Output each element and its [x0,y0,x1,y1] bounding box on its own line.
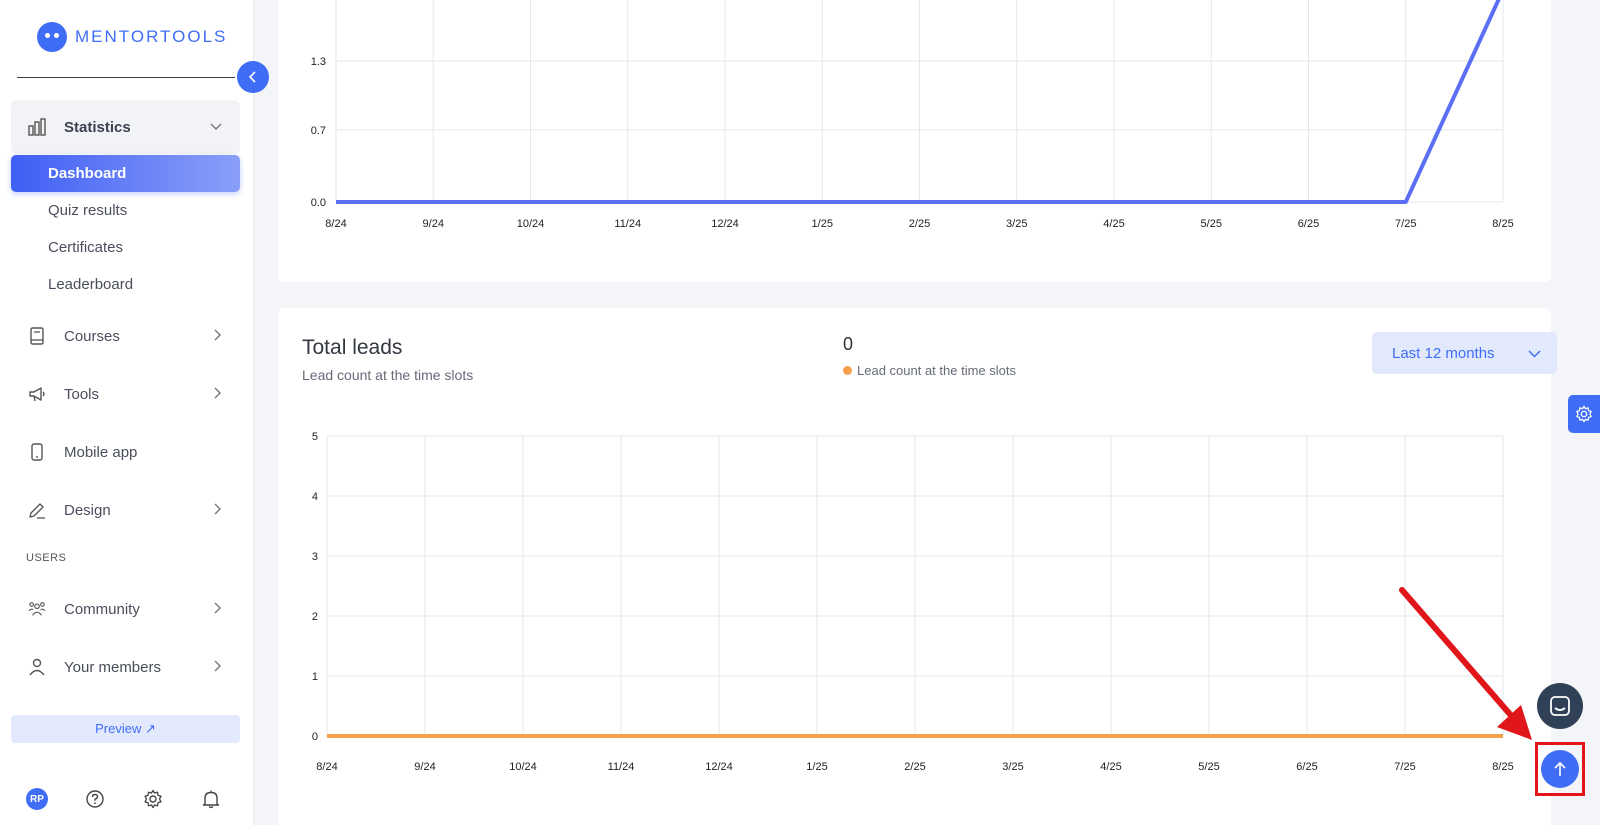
chevron-right-icon [214,601,222,617]
x-tick-label: 8/25 [1492,218,1513,230]
y-tick-label: 2 [312,611,318,623]
chart-card-total-leads: Total leads Lead count at the time slots… [278,308,1557,825]
x-tick-label: 5/25 [1198,761,1219,773]
sidebar-item-label: Mobile app [64,443,138,461]
sidebar-item-statistics[interactable]: Statistics [11,100,240,154]
chat-icon [1550,696,1570,716]
y-tick-label: 5 [312,431,318,443]
sidebar-item-community[interactable]: Community [11,589,240,629]
x-tick-label: 11/24 [614,218,641,230]
nav-group-statistics: Statistics Dashboard Quiz results Certif… [11,100,240,303]
x-tick-label: 8/25 [1492,761,1513,773]
arrow-up-icon [1554,761,1566,776]
x-tick-label: 9/24 [423,218,444,230]
x-tick-label: 1/25 [806,761,827,773]
y-tick-label: 1 [312,671,318,683]
gear-icon[interactable] [142,788,164,810]
y-tick-label: 0 [312,731,318,743]
avatar[interactable]: RP [26,788,48,810]
sidebar-item-label: Design [64,501,111,519]
x-tick-label: 4/25 [1103,218,1124,230]
gear-icon [1576,405,1592,423]
bell-icon[interactable] [200,788,222,810]
x-tick-label: 8/24 [325,218,346,230]
sidebar-item-label: Your members [64,658,161,676]
sidebar-item-courses[interactable]: Courses [11,316,240,356]
preview-button[interactable]: Preview ↗ [11,715,240,743]
sidebar-footer: RP [26,788,226,810]
x-tick-label: 11/24 [608,761,635,773]
sidebar-item-label: Statistics [64,118,131,136]
y-tick-label: 0.0 [311,197,326,209]
mobile-icon [28,443,46,461]
megaphone-icon [28,385,46,403]
group-icon [28,600,46,618]
sidebar-subitem-dashboard[interactable]: Dashboard [11,155,240,192]
x-tick-label: 2/25 [909,218,930,230]
sidebar-item-label: Community [64,600,140,618]
help-icon[interactable] [84,788,106,810]
sidebar-item-label: Courses [64,327,120,345]
x-tick-label: 2/25 [904,761,925,773]
line-chart-total-leads: 8/24 9/24 10/24 11/24 12/24 1/25 2/25 3/25 4/25 5… [312,431,1514,773]
x-tick-label: 10/24 [509,761,537,773]
bar-chart-icon [28,118,46,136]
chart-card-top: 8/24 9/24 10/24 11/24 12/24 1/25 2/25 3/25 4/25 5… [278,0,1551,282]
brand-logo[interactable]: MENTORTOOLS [37,22,227,52]
x-tick-label: 6/25 [1296,761,1317,773]
line-chart-top: 8/24 9/24 10/24 11/24 12/24 1/25 2/25 3/25 4/25 5… [311,0,1514,230]
sidebar: MENTORTOOLS Statistics Dashboard Quiz re… [0,0,254,825]
y-tick-label: 4 [312,491,318,503]
chevron-down-icon [210,120,222,134]
brand-name: MENTORTOOLS [75,27,228,46]
sidebar-item-design[interactable]: Design [11,490,240,530]
x-tick-label: 9/24 [414,761,435,773]
pencil-icon [28,501,46,519]
sidebar-item-label: Tools [64,385,100,403]
divider [17,77,235,78]
sidebar-item-your-members[interactable]: Your members [11,647,240,687]
x-tick-label: 7/25 [1395,218,1416,230]
y-tick-label: 3 [312,551,318,563]
chevron-right-icon [214,386,222,402]
scroll-to-top-button[interactable] [1541,750,1579,788]
chevron-left-icon [248,71,256,83]
x-tick-label: 4/25 [1100,761,1121,773]
x-tick-label: 7/25 [1394,761,1415,773]
x-tick-label: 3/25 [1006,218,1027,230]
x-tick-label: 1/25 [812,218,833,230]
sidebar-subitem-leaderboard[interactable]: Leaderboard [11,266,240,303]
chevron-right-icon [214,659,222,675]
y-tick-label: 1.3 [311,56,326,68]
x-tick-label: 8/24 [316,761,337,773]
x-tick-label: 12/24 [705,761,733,773]
x-tick-label: 5/25 [1201,218,1222,230]
x-tick-label: 3/25 [1002,761,1023,773]
sidebar-subitem-certificates[interactable]: Certificates [11,229,240,266]
x-tick-label: 10/24 [517,218,545,230]
settings-tab[interactable] [1568,395,1600,433]
user-icon [28,658,46,676]
x-tick-label: 12/24 [711,218,739,230]
chat-button[interactable] [1537,683,1583,729]
chevron-right-icon [214,328,222,344]
collapse-sidebar-button[interactable] [237,61,269,93]
sidebar-item-mobile-app[interactable]: Mobile app [11,432,240,472]
section-label-users: USERS [26,552,67,564]
sidebar-item-tools[interactable]: Tools [11,374,240,414]
sidebar-subitem-quiz-results[interactable]: Quiz results [11,192,240,229]
book-icon [28,327,46,345]
logo-icon [37,22,67,52]
y-tick-label: 0.7 [311,125,326,137]
chevron-right-icon [214,502,222,518]
x-tick-label: 6/25 [1298,218,1319,230]
